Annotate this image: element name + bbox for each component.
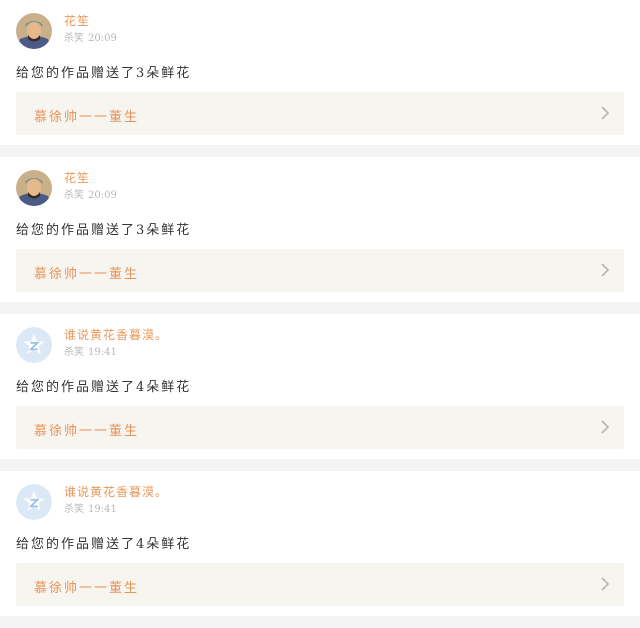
sender-info: 花笙 杀笑 20:09 bbox=[64, 14, 117, 46]
chevron-right-icon bbox=[601, 106, 610, 120]
work-link[interactable]: 慕徐帅一一董生 bbox=[16, 249, 624, 292]
timestamp: 20:09 bbox=[88, 33, 117, 44]
gift-notification-list: 花笙 杀笑 20:09 给您的作品赠送了3朵鲜花 慕徐帅一一董生 花笙 杀笑 20:… bbox=[0, 0, 640, 616]
warrior-avatar-icon bbox=[16, 170, 52, 206]
sender-info: 谁说黄花香暮漠。 杀笑 19:41 bbox=[64, 485, 168, 517]
sender-info: 谁说黄花香暮漠。 杀笑 19:41 bbox=[64, 328, 168, 360]
avatar[interactable] bbox=[16, 13, 52, 49]
sender-meta: 杀笑 20:09 bbox=[64, 32, 117, 46]
default-avatar-icon bbox=[16, 484, 52, 520]
notification-card: 花笙 杀笑 20:09 给您的作品赠送了3朵鲜花 慕徐帅一一董生 bbox=[0, 157, 640, 302]
work-title: 慕徐帅一一董生 bbox=[34, 581, 140, 596]
action-text: 杀笑 bbox=[64, 33, 84, 44]
warrior-avatar-icon bbox=[16, 13, 52, 49]
sender-meta: 杀笑 20:09 bbox=[64, 189, 117, 203]
sender-name[interactable]: 谁说黄花香暮漠。 bbox=[64, 328, 168, 343]
notification-card: 谁说黄花香暮漠。 杀笑 19:41 给您的作品赠送了4朵鲜花 慕徐帅一一董生 bbox=[0, 314, 640, 459]
sender-name[interactable]: 谁说黄花香暮漠。 bbox=[64, 485, 168, 500]
gift-message: 给您的作品赠送了4朵鲜花 bbox=[16, 537, 192, 552]
timestamp: 20:09 bbox=[88, 190, 117, 201]
gift-message: 给您的作品赠送了3朵鲜花 bbox=[16, 66, 192, 81]
chevron-right-icon bbox=[601, 420, 610, 434]
timestamp: 19:41 bbox=[88, 347, 117, 358]
work-link[interactable]: 慕徐帅一一董生 bbox=[16, 406, 624, 449]
sender-name[interactable]: 花笙 bbox=[64, 14, 117, 29]
work-link[interactable]: 慕徐帅一一董生 bbox=[16, 92, 624, 135]
avatar[interactable] bbox=[16, 170, 52, 206]
work-title: 慕徐帅一一董生 bbox=[34, 424, 140, 439]
notification-card: 花笙 杀笑 20:09 给您的作品赠送了3朵鲜花 慕徐帅一一董生 bbox=[0, 0, 640, 145]
action-text: 杀笑 bbox=[64, 190, 84, 201]
sender-meta: 杀笑 19:41 bbox=[64, 503, 168, 517]
sender-name[interactable]: 花笙 bbox=[64, 171, 117, 186]
avatar[interactable] bbox=[16, 484, 52, 520]
gift-message: 给您的作品赠送了4朵鲜花 bbox=[16, 380, 192, 395]
notification-card: 谁说黄花香暮漠。 杀笑 19:41 给您的作品赠送了4朵鲜花 慕徐帅一一董生 bbox=[0, 471, 640, 616]
sender-meta: 杀笑 19:41 bbox=[64, 346, 168, 360]
timestamp: 19:41 bbox=[88, 504, 117, 515]
default-avatar-icon bbox=[16, 327, 52, 363]
gift-message: 给您的作品赠送了3朵鲜花 bbox=[16, 223, 192, 238]
action-text: 杀笑 bbox=[64, 504, 84, 515]
chevron-right-icon bbox=[601, 577, 610, 591]
work-link[interactable]: 慕徐帅一一董生 bbox=[16, 563, 624, 606]
chevron-right-icon bbox=[601, 263, 610, 277]
action-text: 杀笑 bbox=[64, 347, 84, 358]
work-title: 慕徐帅一一董生 bbox=[34, 110, 140, 125]
work-title: 慕徐帅一一董生 bbox=[34, 267, 140, 282]
sender-info: 花笙 杀笑 20:09 bbox=[64, 171, 117, 203]
avatar[interactable] bbox=[16, 327, 52, 363]
